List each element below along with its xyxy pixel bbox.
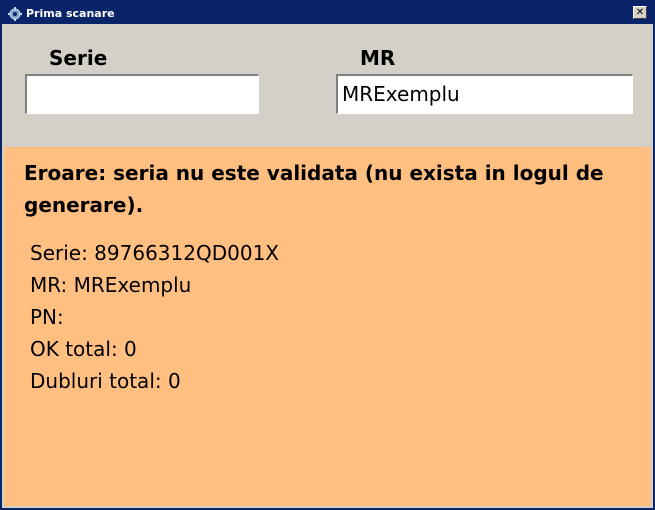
app-window: Prima scanare ✕ Serie MR MRExemplu Eroar…	[0, 0, 655, 510]
title-bar[interactable]: Prima scanare ✕	[2, 2, 653, 24]
serie-label: Serie	[49, 46, 108, 70]
status-panel: Eroare: seria nu este validata (nu exist…	[4, 147, 651, 506]
window-title: Prima scanare	[26, 6, 115, 20]
scan-details: Serie: 89766312QD001X MR: MRExemplu PN: …	[30, 237, 279, 397]
detail-pn: PN:	[30, 305, 64, 329]
serie-input[interactable]	[25, 74, 259, 114]
close-button[interactable]: ✕	[633, 6, 647, 19]
detail-mr: MR: MRExemplu	[30, 273, 192, 297]
gear-icon	[8, 6, 22, 21]
close-icon: ✕	[635, 6, 645, 18]
detail-dubluri-total: Dubluri total: 0	[30, 369, 181, 393]
detail-serie: Serie: 89766312QD001X	[30, 241, 279, 265]
error-message: Eroare: seria nu este validata (nu exist…	[24, 161, 604, 217]
mr-input[interactable]: MRExemplu	[336, 74, 633, 114]
mr-label: MR	[360, 46, 396, 70]
scan-form: Serie MR MRExemplu	[4, 24, 651, 147]
detail-ok-total: OK total: 0	[30, 337, 137, 361]
